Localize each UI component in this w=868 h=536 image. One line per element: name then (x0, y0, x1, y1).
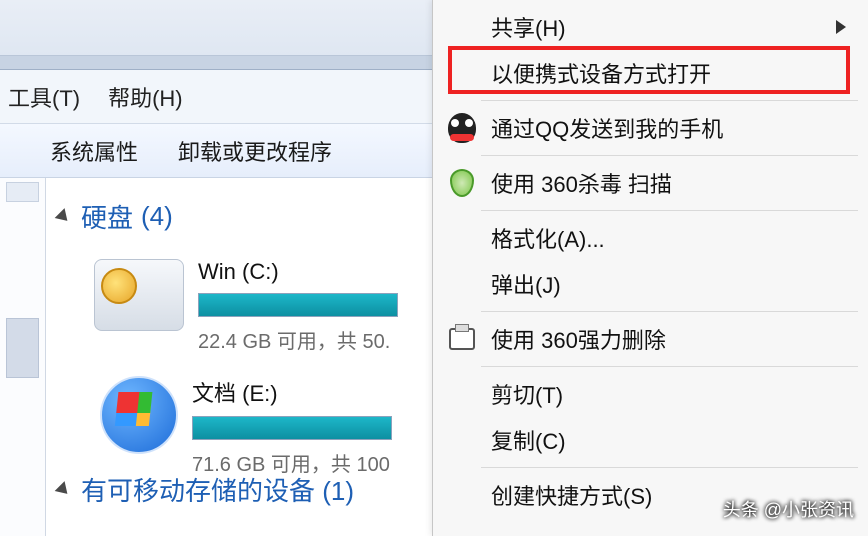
ctx-format[interactable]: 格式化(A)... (433, 215, 868, 261)
ctx-separator (481, 155, 858, 156)
explorer-content: 硬盘 (4) Win (C:) 22.4 GB 可用，共 50. 文档 (E:) (0, 178, 432, 536)
ctx-label: 使用 360杀毒 扫描 (491, 167, 672, 199)
expand-icon (55, 208, 73, 226)
menu-tools[interactable]: 工具(T) (8, 81, 80, 113)
ctx-360-force-delete[interactable]: 使用 360强力删除 (433, 316, 868, 362)
ctx-label: 共享(H) (491, 11, 566, 43)
drive-c[interactable]: Win (C:) 22.4 GB 可用，共 50. (94, 259, 432, 354)
explorer-toolbar: 系统属性 卸载或更改程序 (0, 124, 432, 178)
context-menu: 共享(H) 以便携式设备方式打开 通过QQ发送到我的手机 使用 360杀毒 扫描… (432, 0, 868, 536)
window-titlebar (0, 0, 432, 56)
drive-info: 文档 (E:) 71.6 GB 可用，共 100 (192, 376, 392, 477)
ctx-separator (481, 210, 858, 211)
ctx-label: 复制(C) (491, 424, 566, 456)
usage-text: 22.4 GB 可用，共 50. (198, 325, 398, 354)
drive-info: Win (C:) 22.4 GB 可用，共 50. (198, 259, 398, 354)
menu-bar: 工具(T) 帮助(H) (0, 70, 432, 124)
menu-help[interactable]: 帮助(H) (108, 81, 183, 113)
ctx-share[interactable]: 共享(H) (433, 4, 868, 50)
ctx-separator (481, 467, 858, 468)
ctx-cut[interactable]: 剪切(T) (433, 371, 868, 417)
ctx-open-portable-device[interactable]: 以便携式设备方式打开 (433, 50, 868, 96)
ctx-label: 弹出(J) (491, 268, 561, 300)
explorer-window: 工具(T) 帮助(H) 系统属性 卸载或更改程序 硬盘 (4) Win (C:) (0, 0, 432, 536)
printer-icon (447, 324, 477, 354)
section-count: (4) (141, 201, 173, 232)
expand-icon (55, 481, 73, 499)
ctx-label: 创建快捷方式(S) (491, 479, 652, 511)
usage-bar (198, 293, 398, 317)
toolbar-system-properties[interactable]: 系统属性 (50, 135, 138, 167)
shield-icon (447, 168, 477, 198)
ctx-label: 剪切(T) (491, 378, 563, 410)
submenu-arrow-icon (836, 20, 846, 34)
toolbar-uninstall-program[interactable]: 卸载或更改程序 (178, 135, 332, 167)
usage-fill (193, 417, 391, 439)
section-label: 硬盘 (81, 198, 133, 235)
scroll-up-button[interactable] (6, 182, 39, 202)
ctx-label: 以便携式设备方式打开 (491, 57, 711, 89)
ctx-separator (481, 366, 858, 367)
ctx-separator (481, 100, 858, 101)
nav-scrollbar[interactable] (0, 178, 46, 536)
section-removable[interactable]: 有可移动存储的设备 (1) (58, 471, 354, 508)
usage-fill (199, 294, 397, 316)
ctx-separator (481, 311, 858, 312)
hard-drive-icon (94, 259, 184, 331)
watermark: 头条 @小张资讯 (723, 496, 854, 522)
usage-bar (192, 416, 392, 440)
drive-e[interactable]: 文档 (E:) 71.6 GB 可用，共 100 (94, 376, 432, 477)
ctx-qq-send[interactable]: 通过QQ发送到我的手机 (433, 105, 868, 151)
ctx-label: 使用 360强力删除 (491, 323, 666, 355)
ctx-label: 通过QQ发送到我的手机 (491, 112, 723, 144)
address-bar-strip (0, 56, 432, 70)
ctx-eject[interactable]: 弹出(J) (433, 261, 868, 307)
section-label: 有可移动存储的设备 (1) (81, 471, 354, 508)
drive-name: Win (C:) (198, 259, 398, 285)
drives-panel: 硬盘 (4) Win (C:) 22.4 GB 可用，共 50. 文档 (E:) (46, 178, 432, 536)
ctx-label: 格式化(A)... (491, 222, 605, 254)
windows-logo-icon (100, 376, 178, 454)
ctx-360-scan[interactable]: 使用 360杀毒 扫描 (433, 160, 868, 206)
section-hard-disks[interactable]: 硬盘 (4) (58, 198, 432, 235)
qq-icon (447, 113, 477, 143)
ctx-copy[interactable]: 复制(C) (433, 417, 868, 463)
scroll-thumb[interactable] (6, 318, 39, 378)
drive-name: 文档 (E:) (192, 376, 392, 408)
